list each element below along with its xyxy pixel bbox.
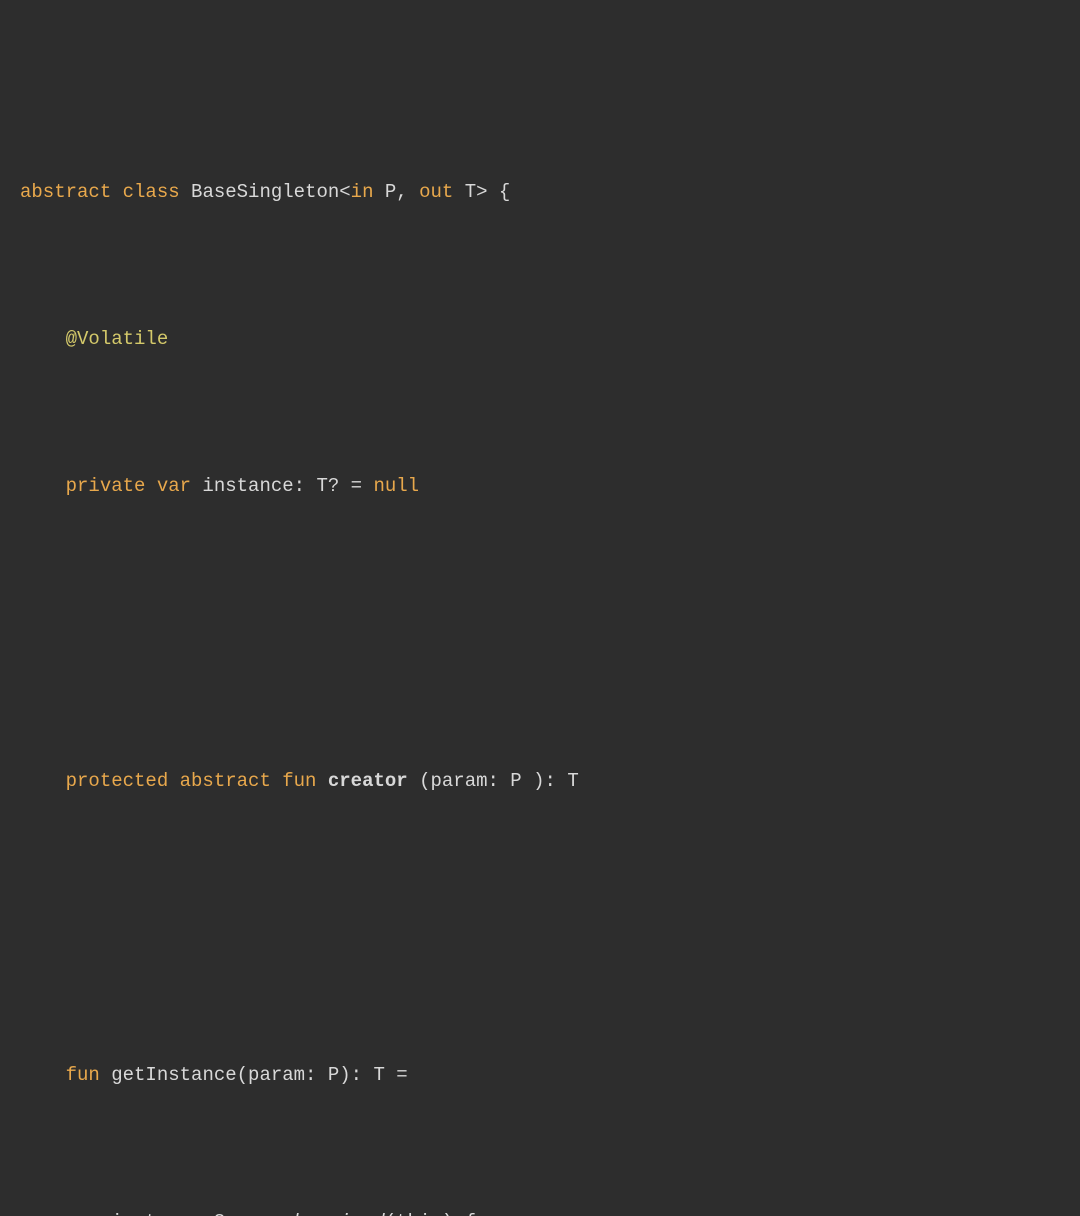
code-line-8: instance ?: synchronized(this) { — [20, 1208, 1060, 1216]
code-line-2: @Volatile — [20, 325, 1060, 354]
code-line-3: private var instance: T? = null — [20, 472, 1060, 501]
code-line-4 — [20, 619, 1060, 648]
code-content: abstract class BaseSingleton<in P, out T… — [20, 60, 1060, 1216]
code-line-6 — [20, 914, 1060, 943]
code-line-5: protected abstract fun creator (param: P… — [20, 767, 1060, 796]
code-line-7: fun getInstance(param: P): T = — [20, 1061, 1060, 1090]
code-line-1: abstract class BaseSingleton<in P, out T… — [20, 178, 1060, 207]
code-editor: abstract class BaseSingleton<in P, out T… — [0, 0, 1080, 608]
